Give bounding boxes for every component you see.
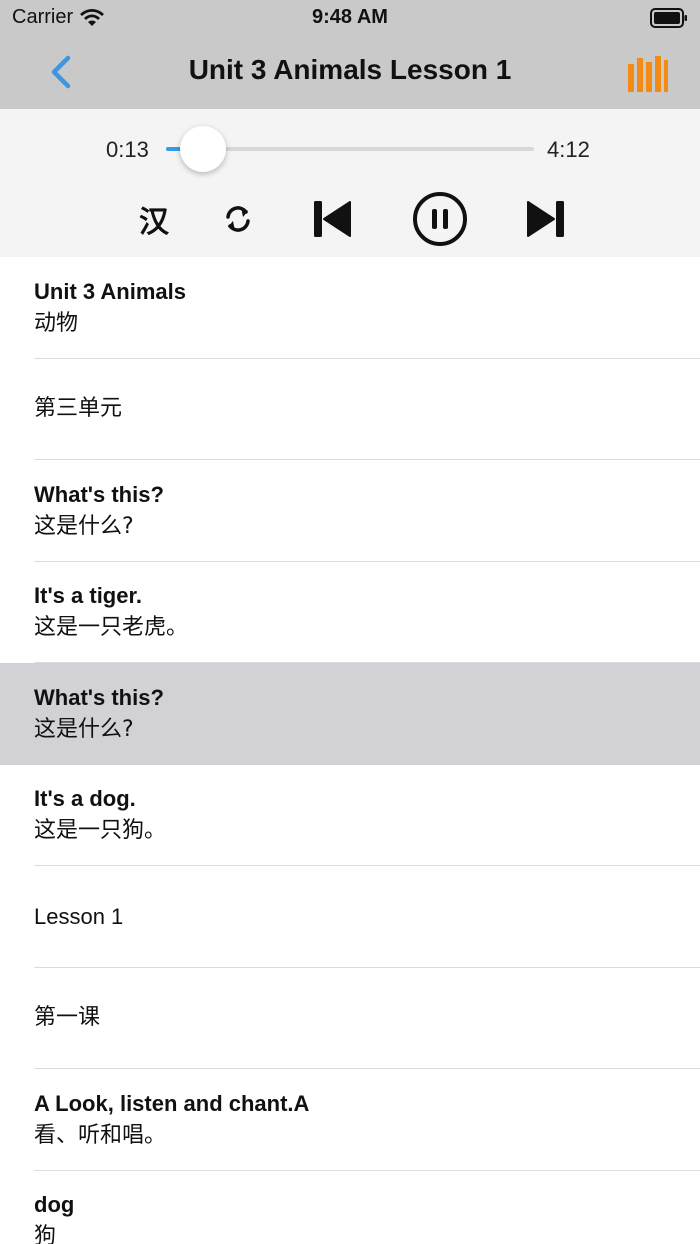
english-text: A Look, listen and chant.A [34,1090,310,1116]
pause-button[interactable] [412,191,468,247]
sentence-list: Unit 3 Animals 动物 第三单元 What's this? 这是什么… [0,257,700,1244]
skip-previous-icon [314,201,351,237]
chinese-text: 狗 [34,1224,57,1244]
chinese-text: 这是什么? [34,716,134,742]
list-item[interactable]: It's a tiger. 这是一只老虎。 [0,561,700,663]
next-button[interactable] [522,195,570,243]
skip-next-icon [527,201,564,237]
previous-button[interactable] [308,195,356,243]
list-item[interactable]: A Look, listen and chant.A 看、听和唱。 [0,1069,700,1171]
bars-icon[interactable] [628,56,668,92]
chinese-text: 第三单元 [34,396,123,422]
chinese-text: 这是一只老虎。 [34,615,189,641]
english-text: It's a dog. [34,786,136,812]
chinese-text: 看、听和唱。 [34,1122,167,1148]
pause-icon [413,192,467,246]
english-text: What's this? [34,481,164,507]
list-item[interactable]: What's this? 这是什么? [0,460,700,562]
repeat-button[interactable] [218,195,258,243]
navigation-bar: Unit 3 Animals Lesson 1 [0,36,700,109]
english-text: Unit 3 Animals [34,278,186,304]
total-time: 4:12 [547,137,590,162]
battery-icon [650,8,687,28]
list-item[interactable]: What's this? 这是什么? [0,663,700,765]
list-item[interactable]: 第三单元 [0,358,700,460]
chinese-toggle-button[interactable]: 汉 [134,195,174,243]
status-bar: Carrier 9:48 AM [0,0,700,36]
page-title: Unit 3 Animals Lesson 1 [188,54,512,85]
english-text: It's a tiger. [34,583,142,609]
list-item[interactable]: dog 狗 [0,1170,700,1244]
repeat-icon [226,206,250,232]
progress-thumb[interactable] [180,126,227,172]
list-item[interactable]: Unit 3 Animals 动物 [0,257,700,359]
chinese-text: 动物 [34,310,79,336]
chinese-text: 这是什么? [34,513,134,539]
english-text: What's this? [34,684,164,710]
current-time: 0:13 [106,137,149,162]
english-text: dog [34,1192,75,1218]
audio-player: 0:13 4:12 汉 [0,109,700,257]
status-time: 9:48 AM [312,6,388,28]
english-text: Lesson 1 [34,903,124,929]
list-item[interactable]: It's a dog. 这是一只狗。 [0,764,700,866]
list-item[interactable]: Lesson 1 [0,866,700,968]
chinese-text: 这是一只狗。 [34,818,167,844]
list-item[interactable]: 第一课 [0,967,700,1069]
chinese-text: 第一课 [34,1005,101,1031]
